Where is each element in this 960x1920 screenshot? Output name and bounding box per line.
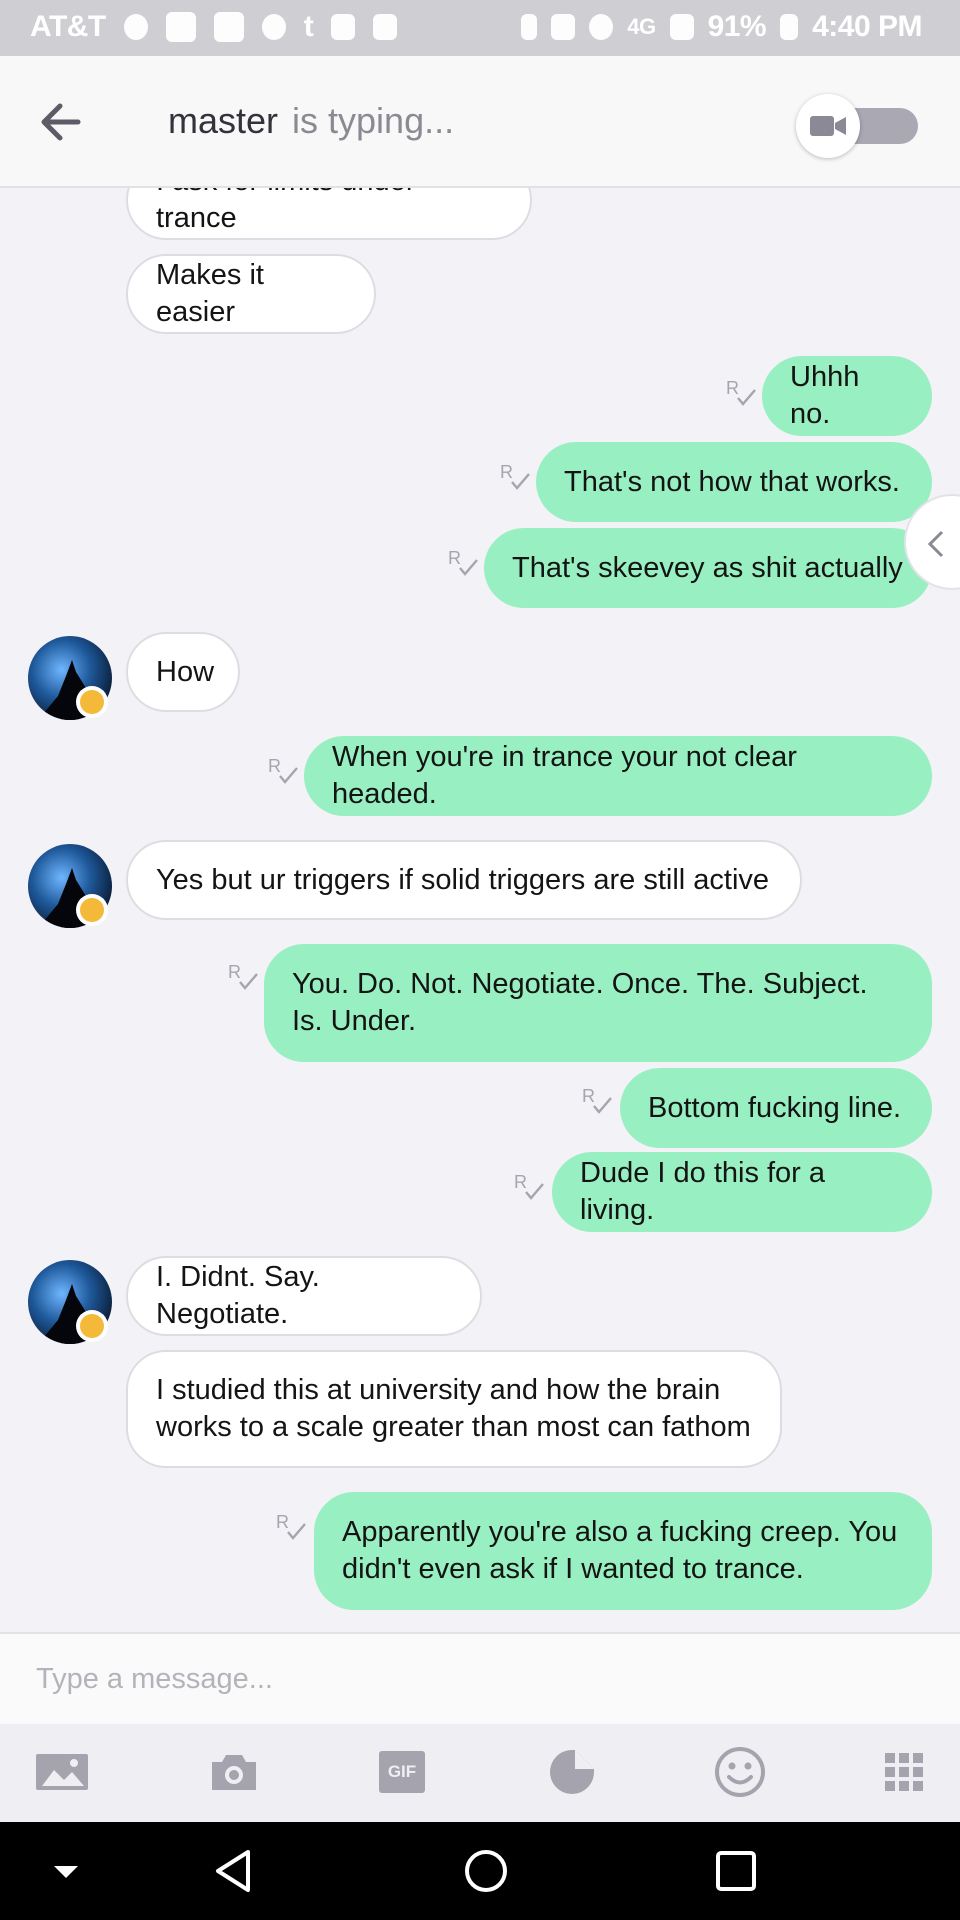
read-receipt-icon: R <box>228 962 258 990</box>
svg-text:R: R <box>448 548 461 568</box>
chevron-left-icon <box>927 530 944 558</box>
crying-face-icon <box>80 690 104 714</box>
message-outgoing[interactable]: Bottom fucking line. <box>620 1068 932 1148</box>
svg-text:R: R <box>726 378 739 398</box>
gallery-notification-icon <box>213 12 244 42</box>
system-navigation-bar <box>0 1822 960 1920</box>
message-outgoing[interactable]: You. Do. Not. Negotiate. Once. The. Subj… <box>264 944 932 1062</box>
youtube-notification-icon <box>165 12 196 42</box>
message-outgoing[interactable]: Uhhh no. <box>762 356 932 436</box>
message-incoming[interactable]: Yes but ur triggers if solid triggers ar… <box>126 840 802 920</box>
clock: 4:40 PM <box>812 10 922 43</box>
svg-text:R: R <box>582 1086 595 1106</box>
car-notification-icon-2 <box>373 14 398 40</box>
video-camera-icon <box>810 116 846 136</box>
message-incoming[interactable]: How <box>126 632 240 712</box>
svg-text:R: R <box>228 962 241 982</box>
camera-icon <box>212 1755 256 1790</box>
mood-emoji-badge <box>76 686 108 718</box>
status-bar: AT&T t 4G 91% 4:40 PM <box>0 0 960 56</box>
chat-title: master is typing... <box>168 100 454 142</box>
toggle-knob <box>796 94 860 158</box>
bluetooth-icon <box>521 14 538 40</box>
battery-icon <box>780 14 799 40</box>
read-receipt-icon: R <box>276 1512 306 1540</box>
message-outgoing[interactable]: When you're in trance your not clear hea… <box>304 736 932 816</box>
read-receipt-icon: R <box>726 378 756 406</box>
video-call-toggle[interactable] <box>796 94 918 158</box>
emoji-button[interactable] <box>710 1744 770 1800</box>
emoji-icon <box>715 1747 765 1797</box>
message-outgoing[interactable]: Apparently you're also a fucking creep. … <box>314 1492 932 1610</box>
status-left: AT&T t <box>30 10 398 44</box>
svg-text:R: R <box>276 1512 289 1532</box>
message-input[interactable] <box>36 1654 916 1704</box>
message-incoming[interactable]: I. Didnt. Say. Negotiate. <box>126 1256 482 1336</box>
home-circle-icon <box>465 1850 507 1892</box>
status-right: 4G 91% 4:40 PM <box>521 10 922 44</box>
vibrate-icon <box>551 14 576 40</box>
crying-face-icon <box>80 1314 104 1338</box>
back-arrow-icon <box>41 103 81 141</box>
gallery-button[interactable] <box>32 1744 92 1800</box>
attachment-toolbar: GIF <box>0 1724 960 1822</box>
read-receipt-icon: R <box>268 756 298 784</box>
svg-text:R: R <box>514 1172 527 1192</box>
home-nav-button[interactable] <box>458 1846 514 1896</box>
message-list[interactable]: I ask for limits under trance Makes it e… <box>0 188 960 1632</box>
message-incoming[interactable]: I ask for limits under trance <box>126 188 532 240</box>
battery-percent: 91% <box>707 10 767 43</box>
wifi-icon <box>261 14 286 40</box>
sticker-icon <box>550 1750 594 1794</box>
back-button[interactable] <box>38 92 98 152</box>
caret-down-icon <box>54 1866 78 1878</box>
svg-text:R: R <box>500 462 513 482</box>
contact-name: master <box>168 100 279 141</box>
message-incoming[interactable]: Makes it easier <box>126 254 376 334</box>
recents-square-icon <box>716 1851 756 1891</box>
mood-emoji-badge <box>76 894 108 926</box>
alarm-icon <box>589 14 614 40</box>
tumblr-notification-icon: t <box>303 10 314 43</box>
message-composer <box>0 1632 960 1724</box>
hide-keyboard-button[interactable] <box>38 1846 94 1896</box>
network-type-label: 4G <box>627 14 656 39</box>
recents-nav-button[interactable] <box>708 1846 764 1896</box>
gif-icon: GIF <box>379 1751 425 1793</box>
read-receipt-icon: R <box>448 548 478 576</box>
gif-button[interactable]: GIF <box>372 1744 432 1800</box>
back-nav-button[interactable] <box>208 1846 264 1896</box>
sticker-button[interactable] <box>542 1744 602 1800</box>
carrier-label: AT&T <box>30 10 106 43</box>
snapchat-notification-icon <box>123 14 148 40</box>
back-triangle-icon <box>216 1850 250 1892</box>
typing-indicator: is typing... <box>292 100 455 141</box>
message-outgoing[interactable]: That's skeevey as shit actually <box>484 528 932 608</box>
message-incoming[interactable]: I studied this at university and how the… <box>126 1350 782 1468</box>
signal-icon <box>669 14 694 40</box>
apps-button[interactable] <box>874 1744 934 1800</box>
gallery-icon <box>36 1754 88 1790</box>
read-receipt-icon: R <box>582 1086 612 1114</box>
message-outgoing[interactable]: Dude I do this for a living. <box>552 1152 932 1232</box>
read-receipt-icon: R <box>514 1172 544 1200</box>
message-outgoing[interactable]: That's not how that works. <box>536 442 932 522</box>
crying-face-icon <box>80 898 104 922</box>
camera-button[interactable] <box>204 1744 264 1800</box>
mood-emoji-badge <box>76 1310 108 1342</box>
apps-grid-icon <box>885 1753 923 1791</box>
chat-header: master is typing... <box>0 56 960 188</box>
car-notification-icon <box>331 14 356 40</box>
svg-text:R: R <box>268 756 281 776</box>
read-receipt-icon: R <box>500 462 530 490</box>
